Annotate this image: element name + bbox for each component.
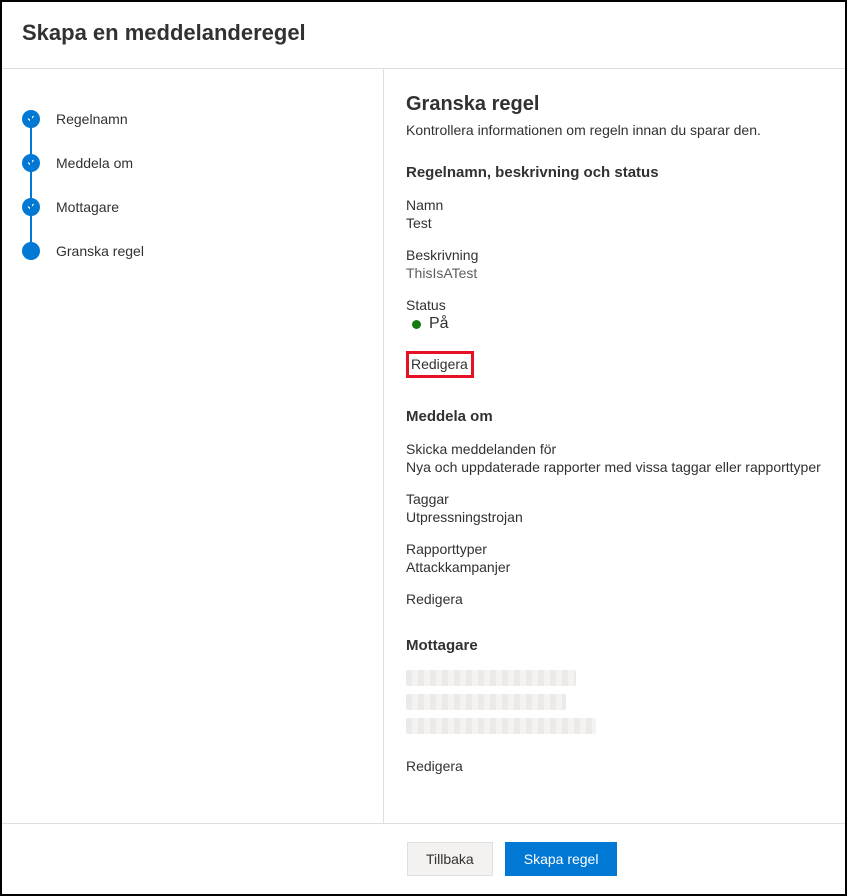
back-button[interactable]: Tillbaka <box>407 842 493 876</box>
wizard-sidebar: Regelnamn Meddela om Mottagare Gran <box>2 69 384 823</box>
section-heading: Mottagare <box>406 637 825 654</box>
step-label: Meddela om <box>56 155 133 171</box>
tags-value: Utpressningstrojan <box>406 509 825 525</box>
recipient-redacted <box>406 694 566 710</box>
step-regelnamn[interactable]: Regelnamn <box>22 97 383 141</box>
recipients-list <box>406 670 825 734</box>
wizard-steps: Regelnamn Meddela om Mottagare Gran <box>22 97 383 273</box>
page-title: Granska regel <box>406 93 825 116</box>
recipient-redacted <box>406 718 596 734</box>
check-icon <box>22 110 40 128</box>
step-granska-regel[interactable]: Granska regel <box>22 229 383 273</box>
page-subtitle: Kontrollera informationen om regeln inna… <box>406 122 825 138</box>
current-step-icon <box>22 242 40 260</box>
edit-section3-link[interactable]: Redigera <box>406 758 463 774</box>
name-label: Namn <box>406 197 825 213</box>
dialog-frame: Skapa en meddelanderegel Regelnamn Medde… <box>0 0 847 896</box>
description-label: Beskrivning <box>406 247 825 263</box>
send-value: Nya och uppdaterade rapporter med vissa … <box>406 459 825 475</box>
status-on-icon <box>412 320 421 329</box>
name-value: Test <box>406 215 825 231</box>
status-label: Status <box>406 297 825 313</box>
edit-highlight-box: Redigera <box>406 351 474 378</box>
section-notify-about: Meddela om Skicka meddelanden för Nya oc… <box>406 408 825 637</box>
recipient-redacted <box>406 670 576 686</box>
check-icon <box>22 198 40 216</box>
edit-section1-link[interactable]: Redigera <box>411 355 468 373</box>
dialog-footer: Tillbaka Skapa regel <box>2 823 845 894</box>
review-panel: Granska regel Kontrollera informationen … <box>384 69 845 823</box>
status-row: På <box>406 315 825 333</box>
status-value: På <box>429 315 449 333</box>
check-icon <box>22 154 40 172</box>
edit-section2-link[interactable]: Redigera <box>406 591 463 607</box>
description-value: ThisIsATest <box>406 265 825 281</box>
tags-label: Taggar <box>406 491 825 507</box>
step-label: Granska regel <box>56 243 144 259</box>
report-types-label: Rapporttyper <box>406 541 825 557</box>
section-recipients: Mottagare Redigera <box>406 637 825 804</box>
send-label: Skicka meddelanden för <box>406 441 825 457</box>
step-label: Regelnamn <box>56 111 128 127</box>
step-meddela-om[interactable]: Meddela om <box>22 141 383 185</box>
create-rule-button[interactable]: Skapa regel <box>505 842 618 876</box>
step-mottagare[interactable]: Mottagare <box>22 185 383 229</box>
dialog-title: Skapa en meddelanderegel <box>22 20 825 46</box>
section-heading: Meddela om <box>406 408 825 425</box>
section-heading: Regelnamn, beskrivning och status <box>406 164 825 181</box>
dialog-body: Regelnamn Meddela om Mottagare Gran <box>2 69 845 823</box>
report-types-value: Attackkampanjer <box>406 559 825 575</box>
section-rule-name: Regelnamn, beskrivning och status Namn T… <box>406 164 825 378</box>
dialog-header: Skapa en meddelanderegel <box>2 2 845 68</box>
step-label: Mottagare <box>56 199 119 215</box>
